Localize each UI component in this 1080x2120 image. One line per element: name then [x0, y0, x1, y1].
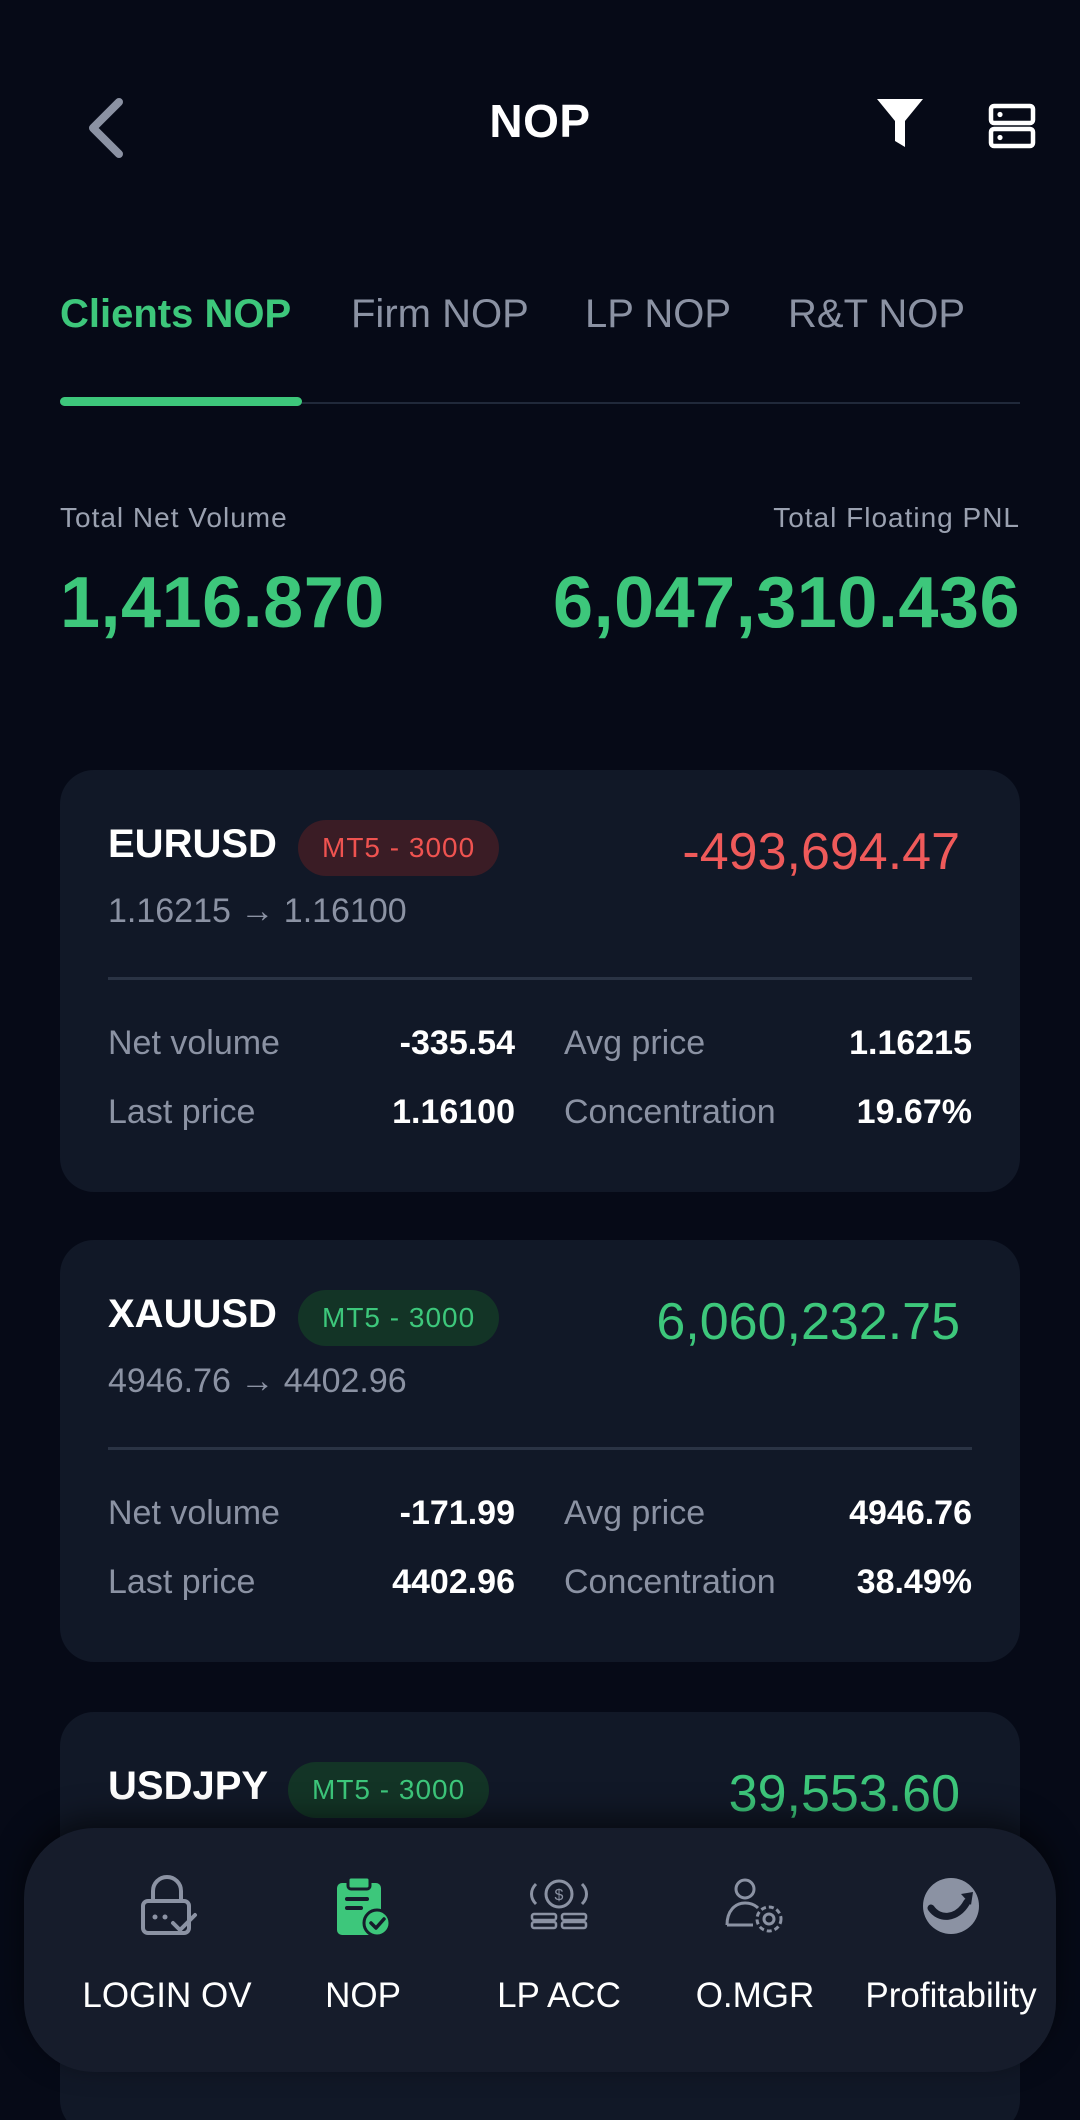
server-icon — [988, 103, 1036, 149]
position-symbol: EURUSD — [108, 822, 277, 866]
position-pnl: -493,694.47 — [682, 823, 960, 881]
avg-price-label: Avg price — [564, 1024, 706, 1062]
total-floating-pnl-value: 6,047,310.436 — [553, 563, 1020, 643]
position-card-xauusd[interactable]: XAUUSD MT5 - 3000 6,060,232.75 4946.76 →… — [60, 1240, 1020, 1662]
nav-o-mgr[interactable]: O.MGR — [657, 1828, 853, 2072]
nav-lp-acc[interactable]: $ LP ACC — [461, 1828, 657, 2072]
profit-globe-icon — [923, 1878, 979, 1934]
concentration-label: Concentration — [564, 1563, 776, 1601]
tab-firm-nop[interactable]: Firm NOP — [351, 292, 529, 337]
avg-price-value: 4946.76 — [849, 1494, 972, 1532]
app-header: NOP — [0, 0, 1080, 240]
server-badge: MT5 - 3000 — [288, 1762, 490, 1818]
avg-price-value: 1.16215 — [849, 1024, 972, 1062]
server-view-button[interactable] — [980, 96, 1044, 156]
avg-price-label: Avg price — [564, 1494, 706, 1532]
coin-stack-icon: $ — [530, 1879, 588, 1930]
filter-button[interactable] — [870, 92, 930, 156]
bottom-navigation: LOGIN OV NOP $ LP ACC O.MGR Profitabilit… — [24, 1828, 1056, 2072]
position-symbol: USDJPY — [108, 1764, 269, 1808]
svg-text:$: $ — [555, 1887, 564, 1904]
position-symbol: XAUUSD — [108, 1292, 277, 1336]
net-volume-value: -335.54 — [399, 1024, 515, 1062]
tab-lp-nop[interactable]: LP NOP — [585, 292, 731, 337]
tab-rt-nop[interactable]: R&T NOP — [788, 292, 965, 337]
card-divider — [108, 1447, 972, 1450]
position-pnl: 6,060,232.75 — [656, 1293, 960, 1351]
price-route: 1.16215 → 1.16100 — [108, 892, 407, 930]
last-price-label: Last price — [108, 1563, 256, 1601]
nop-screen: NOP Clients NOP Firm NOP LP NOP R&T NOP … — [0, 0, 1080, 2120]
total-net-volume-label: Total Net Volume — [60, 502, 288, 533]
last-price-label: Last price — [108, 1093, 256, 1131]
price-route: 4946.76 → 4402.96 — [108, 1362, 407, 1400]
concentration-value: 38.49% — [856, 1563, 972, 1601]
concentration-value: 19.67% — [856, 1093, 972, 1131]
nav-profitability[interactable]: Profitability — [853, 1828, 1049, 2072]
server-badge: MT5 - 3000 — [298, 820, 500, 876]
clipboard-check-icon — [337, 1875, 392, 1938]
nav-login-ov[interactable]: LOGIN OV — [69, 1828, 265, 2072]
last-price-value: 1.16100 — [392, 1093, 515, 1131]
lock-check-icon — [141, 1875, 197, 1935]
nop-tabs: Clients NOP Firm NOP LP NOP R&T NOP — [60, 280, 1020, 410]
nav-label: Profitability — [865, 1976, 1037, 2015]
position-pnl: 39,553.60 — [728, 1765, 960, 1823]
last-price-value: 4402.96 — [392, 1563, 515, 1601]
active-tab-indicator — [60, 397, 302, 406]
card-divider — [108, 977, 972, 980]
net-volume-label: Net volume — [108, 1494, 280, 1532]
total-floating-pnl-label: Total Floating PNL — [773, 502, 1020, 533]
tab-clients-nop[interactable]: Clients NOP — [60, 292, 291, 337]
net-volume-label: Net volume — [108, 1024, 280, 1062]
totals-summary: Total Net Volume Total Floating PNL 1,41… — [60, 502, 1020, 652]
total-net-volume-value: 1,416.870 — [60, 563, 385, 643]
net-volume-value: -171.99 — [399, 1494, 515, 1532]
user-gear-icon — [725, 1878, 783, 1933]
position-card-eurusd[interactable]: EURUSD MT5 - 3000 -493,694.47 1.16215 → … — [60, 770, 1020, 1192]
nav-nop[interactable]: NOP — [265, 1828, 461, 2072]
server-badge: MT5 - 3000 — [298, 1290, 500, 1346]
filter-icon — [877, 99, 923, 147]
concentration-label: Concentration — [564, 1093, 776, 1131]
